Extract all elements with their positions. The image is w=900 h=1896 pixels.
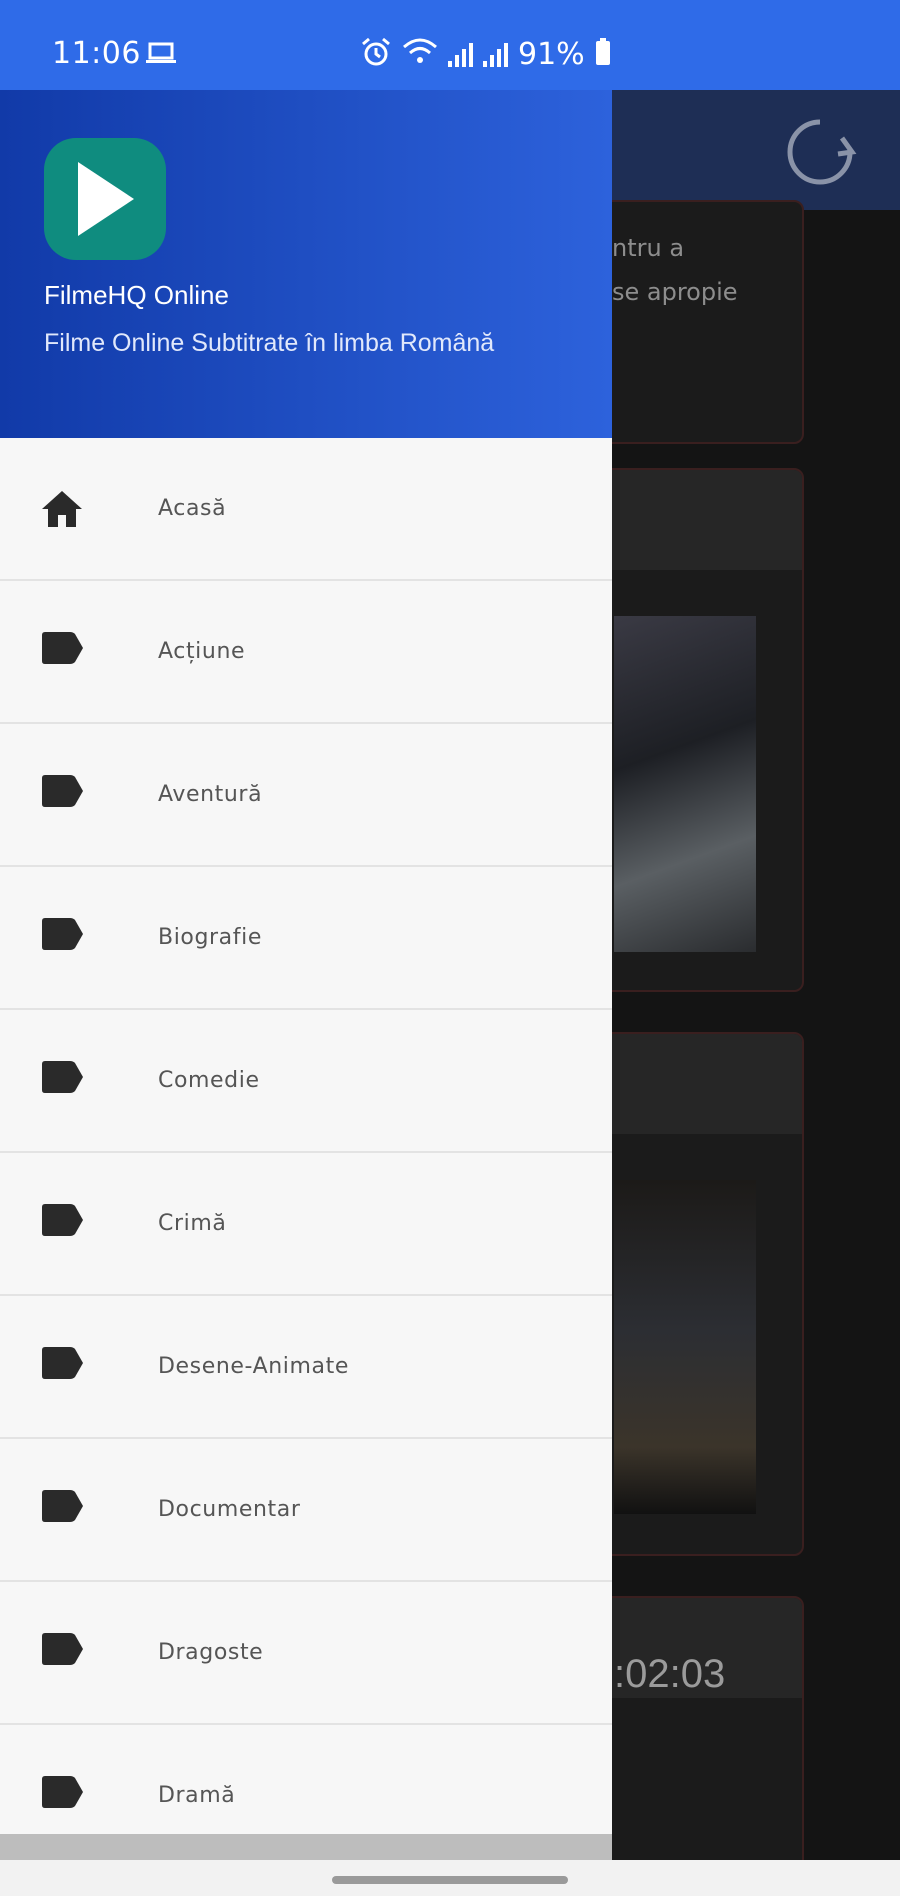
menu-item-biografie[interactable]: Biografie <box>0 867 612 1010</box>
battery-icon <box>595 38 611 70</box>
home-gesture-handle[interactable] <box>332 1876 568 1884</box>
laptop-icon <box>146 42 176 68</box>
label-icon <box>40 1632 84 1673</box>
menu-item-label: Biografie <box>158 925 262 950</box>
home-icon <box>40 489 84 529</box>
alarm-icon <box>360 36 392 72</box>
movie-card[interactable] <box>590 1596 804 1880</box>
battery-percentage: 91% <box>518 36 585 72</box>
system-nav-bar <box>0 1860 900 1896</box>
label-icon <box>40 774 84 815</box>
label-icon <box>40 1203 84 1244</box>
menu-item-acasa[interactable]: Acasă <box>0 438 612 581</box>
menu-item-comedie[interactable]: Comedie <box>0 1010 612 1153</box>
menu-item-label: Crimă <box>158 1211 227 1236</box>
menu-item-label: Aventură <box>158 782 263 807</box>
menu-item-label: Comedie <box>158 1068 260 1093</box>
menu-item-label: Acasă <box>158 496 227 521</box>
card-description-line: se apropie <box>612 278 738 306</box>
app-logo <box>44 138 166 260</box>
menu-item-aventura[interactable]: Aventură <box>0 724 612 867</box>
app-subtitle: Filme Online Subtitrate în limba Română <box>44 329 495 357</box>
label-icon <box>40 1489 84 1530</box>
card-description-line: ntru a <box>612 234 685 262</box>
menu-item-label: Desene-Animate <box>158 1354 349 1379</box>
menu-item-label: Dragoste <box>158 1640 264 1665</box>
menu-item-label: Dramă <box>158 1783 236 1808</box>
menu-item-desene-animate[interactable]: Desene-Animate <box>0 1296 612 1439</box>
movie-poster[interactable] <box>614 616 756 952</box>
label-icon <box>40 631 84 672</box>
menu-item-label: Acțiune <box>158 639 246 664</box>
signal-icon <box>448 41 473 67</box>
menu-item-documentar[interactable]: Documentar <box>0 1439 612 1582</box>
navigation-drawer: FilmeHQ Online Filme Online Subtitrate î… <box>0 90 612 1860</box>
menu-item-crima[interactable]: Crimă <box>0 1153 612 1296</box>
label-icon <box>40 1346 84 1387</box>
menu-item-dragoste[interactable]: Dragoste <box>0 1582 612 1725</box>
drawer-header: FilmeHQ Online Filme Online Subtitrate î… <box>0 90 612 438</box>
menu-item-actiune[interactable]: Acțiune <box>0 581 612 724</box>
label-icon <box>40 917 84 958</box>
video-duration: :02:03 <box>614 1652 726 1696</box>
label-icon <box>40 1060 84 1101</box>
label-icon <box>40 1775 84 1816</box>
status-icons: 91% <box>360 36 611 72</box>
drawer-menu: Acasă Acțiune Aventură Biografie Comedie <box>0 438 612 1860</box>
drawer-scroll-edge <box>0 1834 612 1860</box>
signal-icon <box>483 41 508 67</box>
refresh-icon[interactable] <box>782 114 858 194</box>
menu-item-label: Documentar <box>158 1497 301 1522</box>
movie-poster[interactable] <box>614 1180 756 1514</box>
wifi-icon <box>402 37 438 71</box>
status-bar: 11:06 91% <box>0 0 900 90</box>
app-name: FilmeHQ Online <box>44 280 229 310</box>
status-time: 11:06 <box>52 36 141 71</box>
